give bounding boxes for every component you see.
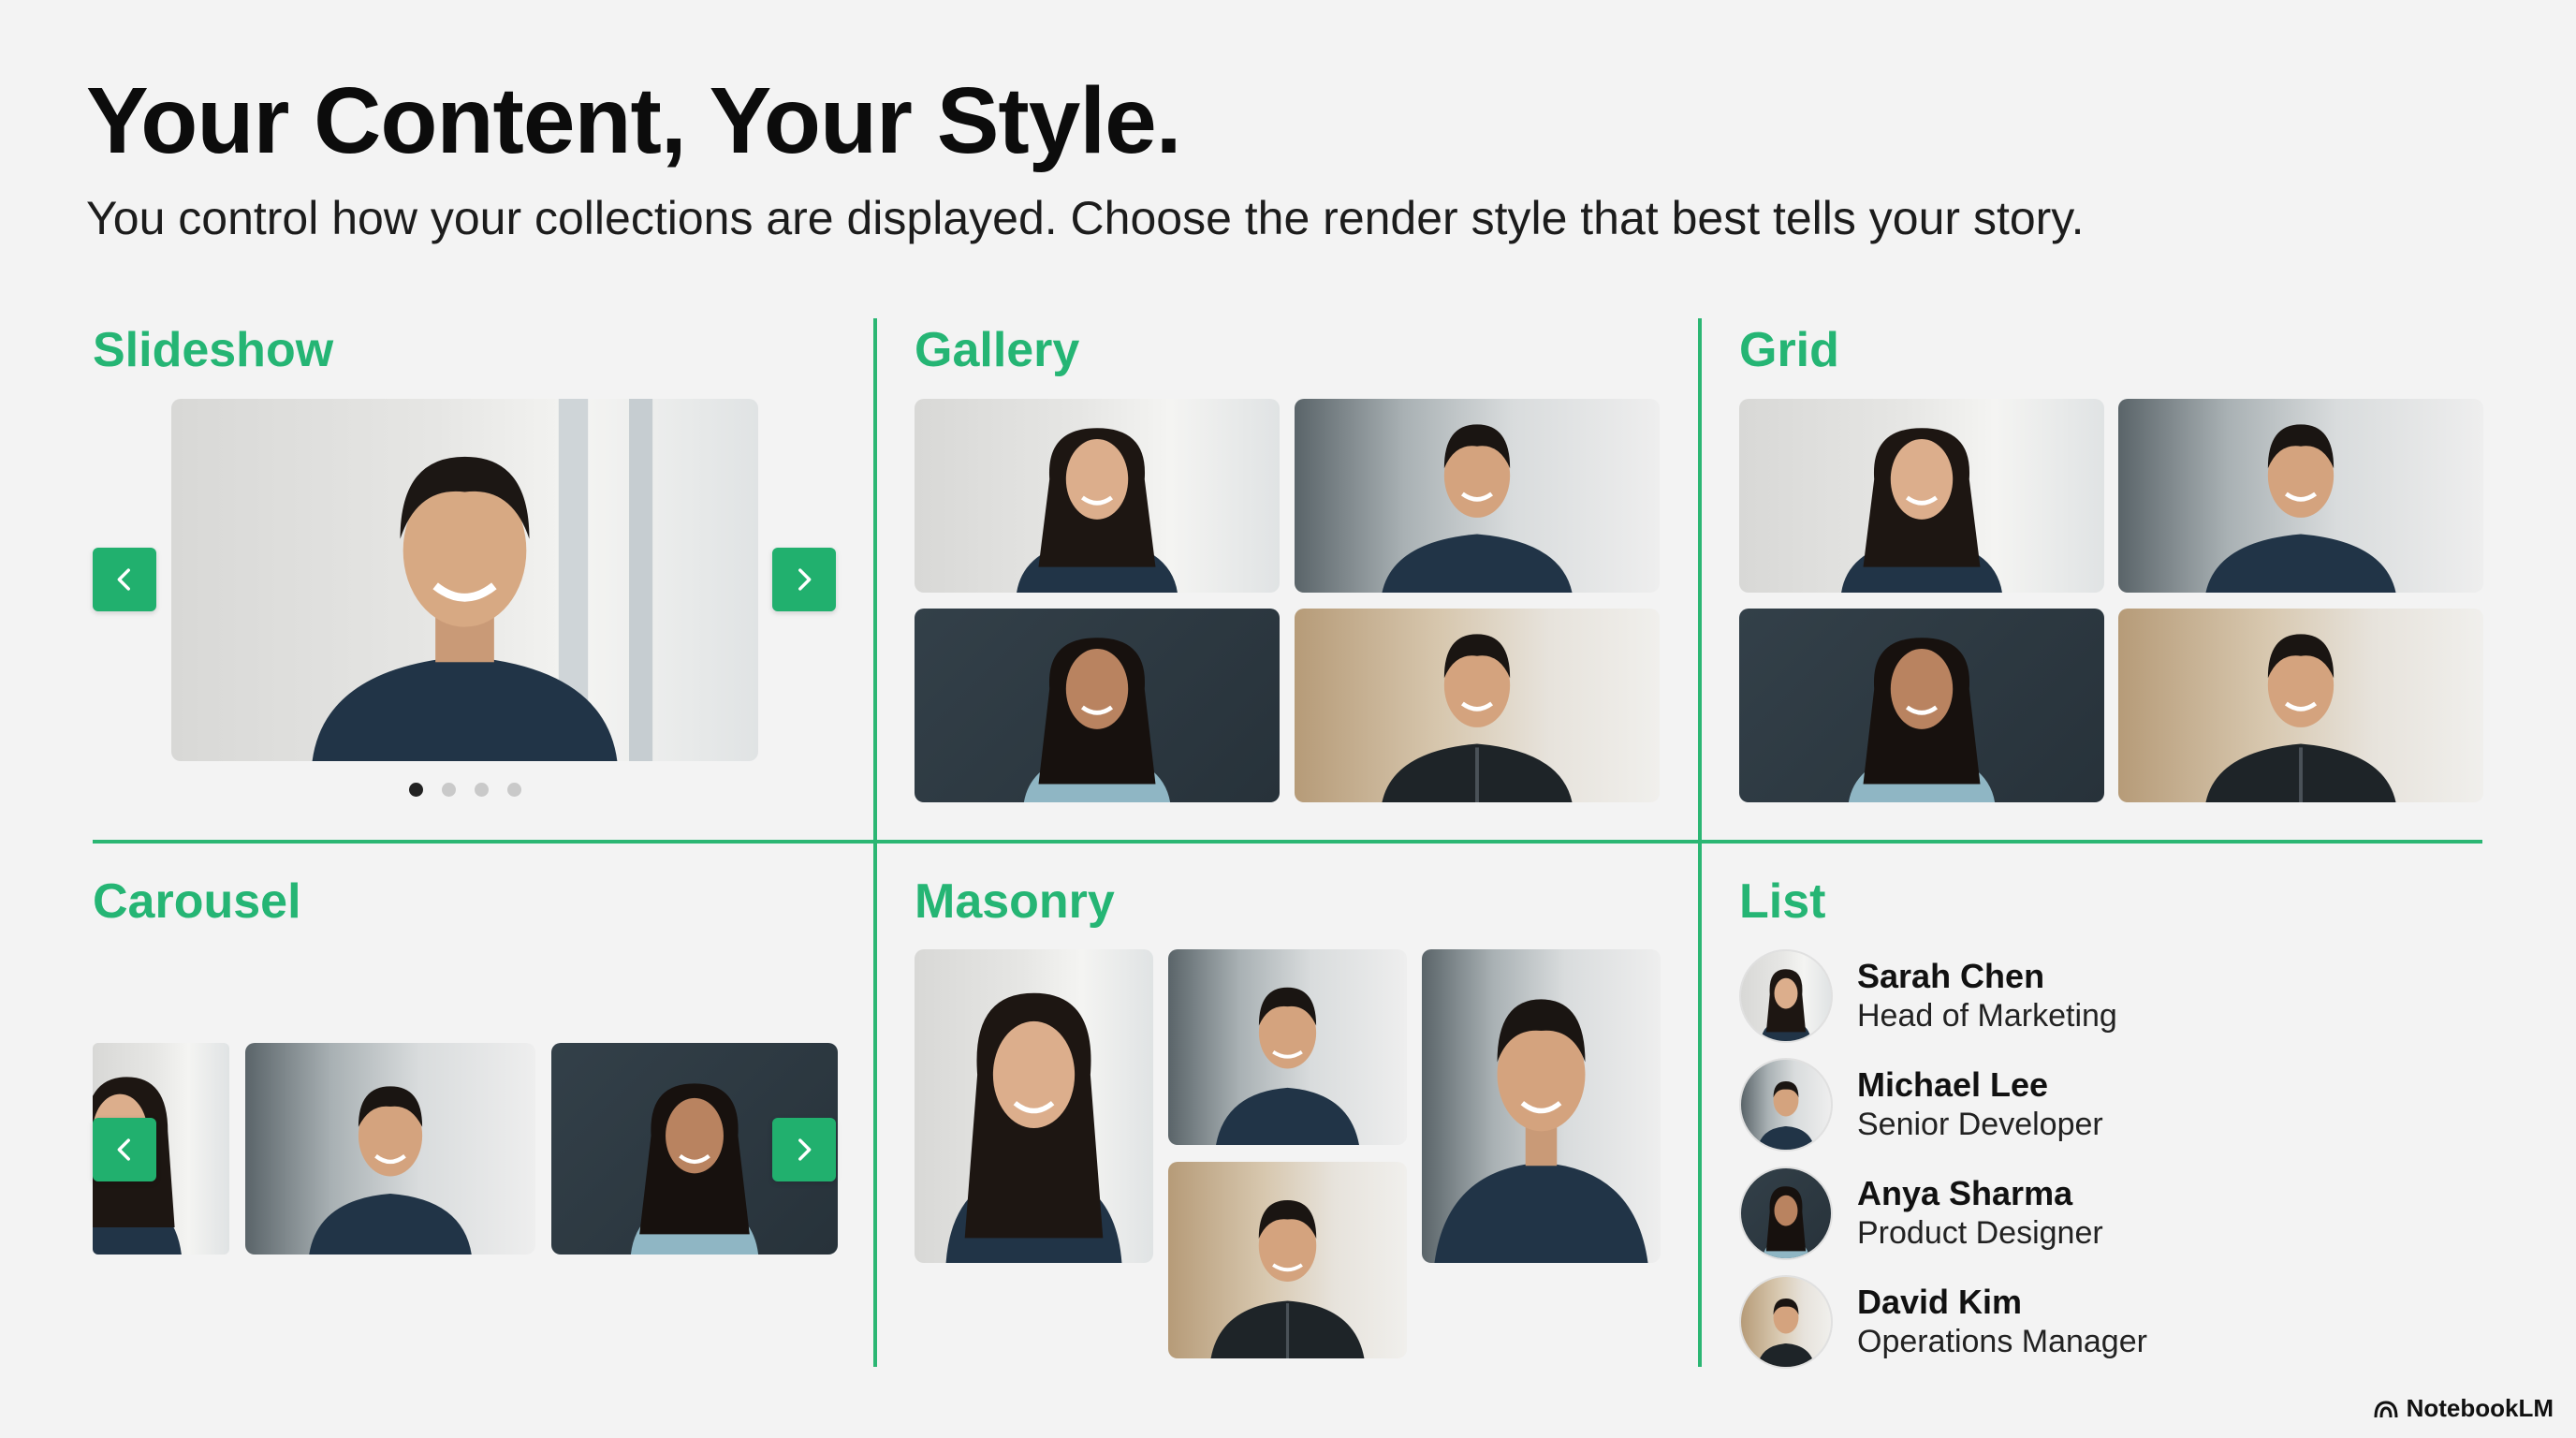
- list-item-name: Anya Sharma: [1857, 1174, 2073, 1212]
- avatar: [1739, 1167, 1833, 1260]
- section-title-gallery: Gallery: [915, 323, 1080, 377]
- chevron-right-icon: [798, 568, 812, 591]
- list-item[interactable]: Anya Sharma Product Designer: [1739, 1167, 2451, 1260]
- chevron-left-icon: [117, 1138, 130, 1161]
- list-item-name: David Kim: [1857, 1283, 2023, 1321]
- slideshow-prev-button[interactable]: [93, 548, 156, 611]
- list-item-role: Senior Developer: [1857, 1107, 2103, 1142]
- carousel-image-2[interactable]: [245, 1043, 535, 1255]
- gallery-image-4[interactable]: [1295, 609, 1660, 802]
- brand-name: NotebookLM: [2406, 1394, 2554, 1422]
- page-subtitle: You control how your collections are dis…: [86, 192, 2085, 244]
- slideshow-dot-3[interactable]: [475, 783, 489, 797]
- list-item[interactable]: David Kim Operations Manager: [1739, 1275, 2451, 1369]
- slideshow-next-button[interactable]: [772, 548, 836, 611]
- list-item[interactable]: Michael Lee Senior Developer: [1739, 1058, 2451, 1152]
- chevron-left-icon: [117, 568, 130, 591]
- carousel-prev-button[interactable]: [93, 1118, 156, 1181]
- grid-image-4[interactable]: [2118, 609, 2483, 802]
- masonry-image-3[interactable]: [1422, 949, 1661, 1263]
- section-title-grid: Grid: [1739, 323, 1839, 377]
- chevron-right-icon: [798, 1138, 812, 1161]
- page-title: Your Content, Your Style.: [86, 68, 1182, 173]
- notebooklm-logo-icon: [2374, 1400, 2398, 1417]
- list-item-role: Head of Marketing: [1857, 998, 2117, 1034]
- grid-image-2[interactable]: [2118, 399, 2483, 593]
- brand-watermark: NotebookLM: [2373, 1394, 2554, 1423]
- grid-image-1[interactable]: [1739, 399, 2104, 593]
- masonry-image-2[interactable]: [1168, 949, 1407, 1145]
- slideshow-image: [171, 399, 758, 761]
- section-title-slideshow: Slideshow: [93, 323, 334, 377]
- carousel-next-button[interactable]: [772, 1118, 836, 1181]
- gallery-image-3[interactable]: [915, 609, 1280, 802]
- slideshow-dot-1[interactable]: [409, 783, 423, 797]
- slideshow-dot-4[interactable]: [507, 783, 521, 797]
- divider-horizontal: [93, 840, 2482, 844]
- list-item-role: Product Designer: [1857, 1215, 2103, 1251]
- gallery-image-2[interactable]: [1295, 399, 1660, 593]
- slideshow-pagination: [409, 783, 521, 797]
- grid-image-3[interactable]: [1739, 609, 2104, 802]
- gallery-image-1[interactable]: [915, 399, 1280, 593]
- list-item-role: Operations Manager: [1857, 1324, 2147, 1359]
- masonry-image-4[interactable]: [1168, 1162, 1407, 1358]
- list-item-name: Michael Lee: [1857, 1065, 2049, 1104]
- section-title-carousel: Carousel: [93, 874, 301, 929]
- section-title-masonry: Masonry: [915, 874, 1115, 929]
- avatar: [1739, 1275, 1833, 1369]
- section-title-list: List: [1739, 874, 1826, 929]
- avatar: [1739, 949, 1833, 1043]
- slideshow-dot-2[interactable]: [442, 783, 456, 797]
- list-item[interactable]: Sarah Chen Head of Marketing: [1739, 949, 2451, 1043]
- list-item-name: Sarah Chen: [1857, 957, 2045, 995]
- masonry-image-1[interactable]: [915, 949, 1153, 1263]
- avatar: [1739, 1058, 1833, 1152]
